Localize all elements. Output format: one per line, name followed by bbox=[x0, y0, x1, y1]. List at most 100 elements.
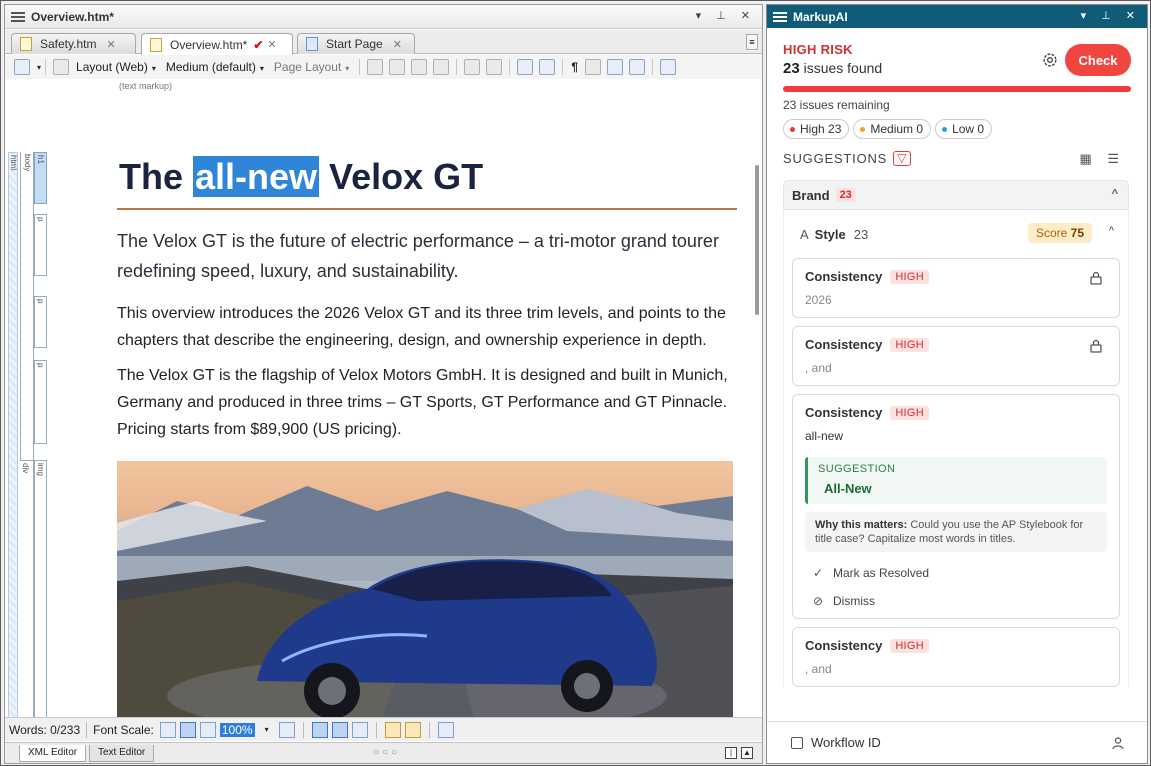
workflow-id-label[interactable]: Workflow ID bbox=[811, 735, 881, 750]
style-category-header[interactable]: A Style 23 Score 75 ^ bbox=[783, 210, 1129, 258]
font-decrease-button[interactable] bbox=[159, 721, 176, 738]
user-icon[interactable] bbox=[1111, 736, 1125, 750]
export-icon[interactable] bbox=[660, 59, 676, 75]
high-dot-icon bbox=[790, 126, 795, 132]
image-icon[interactable] bbox=[433, 59, 450, 75]
tag-p: p bbox=[36, 217, 45, 222]
suggestions-list[interactable]: Brand 23 ^ A Style 23 Score 75 ^ Consist… bbox=[783, 180, 1129, 717]
insert-element-icon[interactable] bbox=[517, 59, 534, 75]
show-blocks-button[interactable] bbox=[331, 721, 348, 738]
pilcrow-icon[interactable]: ¶ bbox=[571, 60, 578, 74]
brand-group-header[interactable]: Brand 23 ^ bbox=[783, 180, 1129, 210]
menu-icon[interactable] bbox=[773, 10, 787, 24]
window-icon[interactable] bbox=[607, 59, 623, 75]
suggestions-label: SUGGESTIONS bbox=[783, 151, 888, 166]
page-title[interactable]: The all-new Velox GT bbox=[117, 152, 737, 210]
issue-card[interactable]: Consistency HIGH , and bbox=[792, 326, 1120, 386]
gear-icon[interactable] bbox=[1041, 51, 1059, 69]
suggestion-value[interactable]: All-New bbox=[824, 481, 1097, 496]
editor-window-title: Overview.htm* bbox=[31, 9, 114, 24]
editor-window-controls[interactable]: ▾ ⊥ ✕ bbox=[696, 9, 756, 22]
gutter-html[interactable]: html bbox=[8, 152, 18, 717]
chevron-up-icon[interactable]: ^ bbox=[1112, 188, 1118, 200]
resize-handle[interactable]: ○○○ bbox=[373, 747, 400, 758]
overview-paragraph[interactable]: This overview introduces the 2026 Velox … bbox=[117, 300, 737, 354]
zoom-level[interactable]: 100% bbox=[219, 722, 255, 737]
tab-text-editor[interactable]: Text Editor bbox=[89, 745, 155, 762]
paste-icon[interactable] bbox=[389, 59, 406, 75]
vertical-scrollbar[interactable] bbox=[755, 165, 759, 315]
panel-window-controls[interactable]: ▾ ⊥ ✕ bbox=[1081, 9, 1141, 22]
gutter-p[interactable]: p bbox=[34, 214, 47, 276]
vertical-ruler-button[interactable] bbox=[404, 721, 421, 738]
track-changes-button[interactable] bbox=[351, 721, 368, 738]
risk-level: HIGH RISK bbox=[783, 42, 853, 57]
track-changes-icon[interactable] bbox=[585, 59, 601, 75]
highlighted-text[interactable]: all-new bbox=[193, 156, 320, 197]
layout-dropdown[interactable]: Layout (Web) ▾ bbox=[76, 60, 156, 74]
gutter-h1[interactable]: h1 bbox=[34, 152, 47, 204]
page-layout-dropdown[interactable]: Page Layout ▾ bbox=[274, 60, 349, 74]
maximize-icon[interactable]: ▲ bbox=[741, 747, 753, 759]
car-illustration bbox=[117, 486, 733, 717]
view-icon[interactable] bbox=[14, 59, 30, 75]
score-value: 75 bbox=[1070, 226, 1084, 240]
text-format-icon[interactable] bbox=[486, 59, 503, 75]
lead-paragraph[interactable]: The Velox GT is the future of electric p… bbox=[117, 226, 737, 286]
title-text: The bbox=[119, 156, 194, 197]
split-view-icon[interactable]: | bbox=[725, 747, 737, 759]
chip-high[interactable]: High 23 bbox=[783, 119, 850, 139]
table-icon[interactable] bbox=[411, 59, 428, 75]
editor-toolbar: ▾ Layout (Web) ▾ Medium (default) ▾ Page L… bbox=[5, 55, 762, 79]
issue-card[interactable]: Consistency HIGH 2026 bbox=[792, 258, 1120, 318]
gutter-img[interactable]: img bbox=[34, 460, 47, 717]
mark-resolved-button[interactable]: ✓ Mark as Resolved bbox=[813, 566, 1107, 580]
suggestion-box[interactable]: SUGGESTION All-New bbox=[805, 457, 1107, 504]
size-dropdown[interactable]: Medium (default) ▾ bbox=[166, 60, 264, 74]
filter-icon[interactable]: ▽ bbox=[893, 151, 912, 166]
font-reset-button[interactable] bbox=[179, 721, 196, 738]
gutter-p[interactable]: p bbox=[34, 296, 47, 348]
tab-safety[interactable]: Safety.htm ✕ bbox=[11, 33, 136, 54]
page-layout-value: Page Layout bbox=[273, 60, 342, 74]
chip-low[interactable]: Low 0 bbox=[935, 119, 993, 139]
issue-title: Consistency bbox=[805, 638, 883, 653]
view-toggle-icons[interactable]: ▦ ☰ bbox=[1079, 151, 1125, 167]
issue-card-expanded[interactable]: Consistency HIGH all-new SUGGESTION All-N… bbox=[792, 394, 1120, 619]
lock-icon[interactable] bbox=[1089, 339, 1103, 353]
tab-list-menu[interactable]: ≡ bbox=[746, 34, 758, 50]
split-icon[interactable] bbox=[629, 59, 645, 75]
close-icon[interactable]: ✕ bbox=[393, 38, 402, 51]
severity-chips: High 23 Medium 0 Low 0 bbox=[783, 119, 993, 139]
copy-icon[interactable] bbox=[791, 736, 803, 749]
font-increase-button[interactable] bbox=[199, 721, 216, 738]
fit-width-button[interactable] bbox=[437, 721, 454, 738]
cursor-icon[interactable] bbox=[53, 59, 70, 75]
gutter-div[interactable]: div bbox=[20, 460, 34, 717]
dismiss-button[interactable]: ⊘ Dismiss bbox=[813, 594, 1107, 608]
insert-code-icon[interactable] bbox=[539, 59, 556, 75]
chevron-up-icon[interactable]: ^ bbox=[1109, 225, 1114, 237]
gutter-p[interactable]: p bbox=[34, 360, 47, 444]
chip-medium[interactable]: Medium 0 bbox=[853, 119, 932, 139]
tab-start-page[interactable]: Start Page ✕ bbox=[297, 33, 415, 54]
issue-card[interactable]: Consistency HIGH , and bbox=[792, 627, 1120, 687]
car-hero-image[interactable] bbox=[117, 461, 733, 717]
status-bar: Words: 0/233 Font Scale: 100% ▾ bbox=[5, 717, 762, 741]
zoom-dropdown-icon[interactable]: ▾ bbox=[265, 725, 269, 734]
tab-overview[interactable]: Overview.htm* ✔ ✕ bbox=[141, 33, 293, 55]
close-icon[interactable]: ✕ bbox=[106, 38, 115, 51]
close-icon[interactable]: ✕ bbox=[267, 38, 276, 51]
show-tags-button[interactable] bbox=[311, 721, 328, 738]
list-icon[interactable] bbox=[464, 59, 481, 75]
tab-xml-editor[interactable]: XML Editor bbox=[19, 745, 87, 762]
document-canvas[interactable]: (text markup) html body h1 p p p div img… bbox=[5, 80, 762, 717]
menu-icon[interactable] bbox=[11, 10, 25, 24]
layout-grid-button[interactable] bbox=[278, 721, 295, 738]
lock-icon[interactable] bbox=[1089, 271, 1103, 285]
copy-icon[interactable] bbox=[367, 59, 384, 75]
check-button[interactable]: Check bbox=[1065, 44, 1131, 76]
document-icon bbox=[150, 37, 162, 52]
ruler-button[interactable] bbox=[384, 721, 401, 738]
flagship-paragraph[interactable]: The Velox GT is the flagship of Velox Mo… bbox=[117, 362, 737, 443]
